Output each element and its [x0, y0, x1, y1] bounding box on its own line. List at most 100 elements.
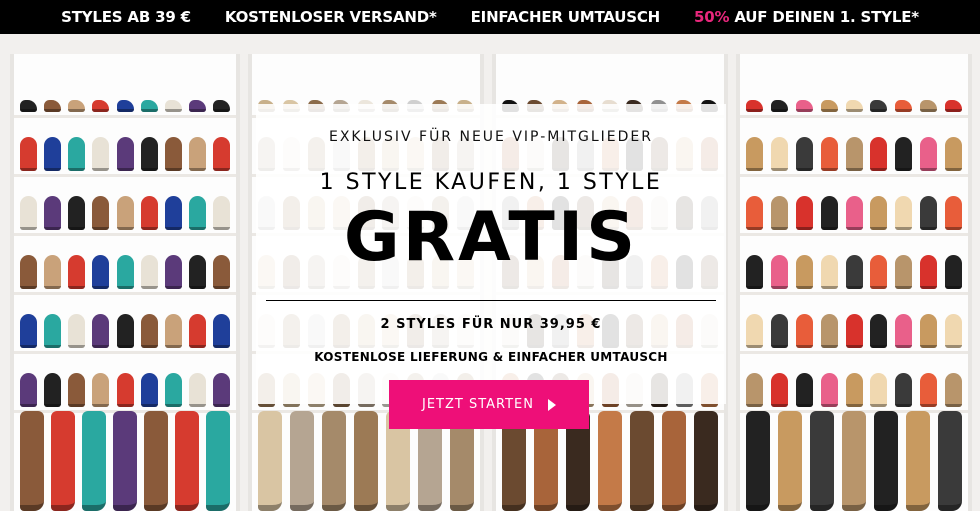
- topbar-shipping-text: KOSTENLOSER VERSAND*: [224, 8, 437, 26]
- shoe-image: [164, 255, 182, 289]
- shoe-image: [845, 196, 863, 230]
- boot-image: [175, 411, 199, 511]
- shoe-image: [920, 196, 938, 230]
- shoe-image: [44, 314, 62, 348]
- shoe-image: [188, 100, 206, 112]
- shoe-image: [895, 137, 913, 171]
- shoe-image: [116, 255, 134, 289]
- topbar-discount-percent: 50%: [694, 8, 730, 26]
- promo-top-bar: STYLES AB 39 € KOSTENLOSER VERSAND* EINF…: [0, 0, 980, 34]
- shoe-image: [44, 100, 62, 112]
- shoe-image: [746, 196, 763, 230]
- boot-image: [938, 411, 962, 511]
- shoe-shelf-row: [14, 68, 236, 118]
- boot-image: [842, 411, 866, 511]
- shoe-image: [795, 100, 813, 112]
- shoe-image: [770, 255, 788, 289]
- shoe-image: [820, 255, 838, 289]
- shoe-shelf-row: [14, 186, 236, 236]
- shoe-image: [845, 255, 863, 289]
- shoe-image: [845, 314, 863, 348]
- shoe-image: [895, 196, 913, 230]
- shoe-image: [68, 137, 86, 171]
- shoe-image: [116, 137, 134, 171]
- promo-offer: 2 STYLES FÜR NUR 39,95 €: [380, 317, 602, 332]
- promo-divider: [266, 300, 716, 301]
- shoe-shelf-row: [740, 127, 968, 177]
- boot-image: [51, 411, 75, 511]
- boot-image: [322, 411, 346, 511]
- promo-shipping: KOSTENLOSE LIEFERUNG & EINFACHER UMTAUSC…: [314, 350, 668, 364]
- boot-image: [20, 411, 44, 511]
- shoe-image: [845, 137, 863, 171]
- shoe-image: [188, 255, 206, 289]
- shoe-image: [188, 314, 206, 348]
- shoe-image: [164, 196, 182, 230]
- boot-image: [746, 411, 770, 511]
- boot-image: [694, 411, 718, 511]
- shoe-image: [164, 137, 182, 171]
- shoe-image: [20, 100, 37, 112]
- boot-image: [290, 411, 314, 511]
- shoe-image: [746, 137, 763, 171]
- shoe-image: [770, 314, 788, 348]
- shoe-shelf-column: [10, 54, 240, 511]
- shoe-image: [140, 100, 158, 112]
- shoe-image: [68, 314, 86, 348]
- shoe-image: [68, 100, 86, 112]
- shoe-image: [164, 100, 182, 112]
- shoe-image: [92, 137, 110, 171]
- shoe-image: [20, 196, 37, 230]
- topbar-discount-text: 50% AUF DEINEN 1. STYLE*: [694, 8, 919, 26]
- shoe-image: [945, 314, 962, 348]
- start-now-button[interactable]: JETZT STARTEN: [389, 380, 589, 429]
- shoe-shelf-row: [14, 304, 236, 354]
- shoe-image: [920, 255, 938, 289]
- shoe-image: [795, 196, 813, 230]
- shoe-image: [140, 314, 158, 348]
- shoe-image: [920, 100, 938, 112]
- shoe-image: [945, 255, 962, 289]
- boot-shelf-row: [746, 399, 962, 511]
- boot-image: [662, 411, 686, 511]
- shoe-image: [895, 100, 913, 112]
- shoe-image: [820, 196, 838, 230]
- promo-headline-large: GRATIS: [343, 198, 639, 277]
- shoe-image: [164, 314, 182, 348]
- boot-image: [598, 411, 622, 511]
- boot-image: [113, 411, 137, 511]
- start-now-label: JETZT STARTEN: [421, 397, 534, 412]
- shoe-image: [920, 137, 938, 171]
- promo-eyebrow: EXKLUSIV FÜR NEUE VIP-MITGLIEDER: [329, 129, 653, 145]
- play-arrow-icon: [548, 398, 556, 411]
- shoe-image: [92, 255, 110, 289]
- shoe-image: [92, 314, 110, 348]
- shoe-image: [213, 255, 230, 289]
- shoe-image: [44, 255, 62, 289]
- promo-headline-small: 1 STYLE KAUFEN, 1 STYLE: [319, 170, 663, 195]
- shoe-image: [20, 314, 37, 348]
- shoe-shelf-row: [740, 186, 968, 236]
- shoe-shelf-row: [740, 304, 968, 354]
- shoe-image: [140, 196, 158, 230]
- boot-image: [874, 411, 898, 511]
- boot-image: [630, 411, 654, 511]
- boot-image: [906, 411, 930, 511]
- shoe-image: [213, 314, 230, 348]
- topbar-discount-rest: AUF DEINEN 1. STYLE*: [729, 8, 919, 26]
- boot-image: [144, 411, 168, 511]
- shoe-image: [44, 196, 62, 230]
- shoe-image: [795, 137, 813, 171]
- shoe-image: [795, 314, 813, 348]
- shoe-image: [920, 314, 938, 348]
- boot-shelf-row: [20, 399, 230, 511]
- shoe-shelf-column: [736, 54, 972, 511]
- shoe-image: [945, 100, 962, 112]
- boot-image: [354, 411, 378, 511]
- shoe-image: [870, 137, 888, 171]
- shoe-image: [770, 196, 788, 230]
- shoe-image: [92, 100, 110, 112]
- topbar-exchange-text: EINFACHER UMTAUSCH: [470, 8, 661, 26]
- shoe-image: [68, 255, 86, 289]
- shoe-image: [870, 255, 888, 289]
